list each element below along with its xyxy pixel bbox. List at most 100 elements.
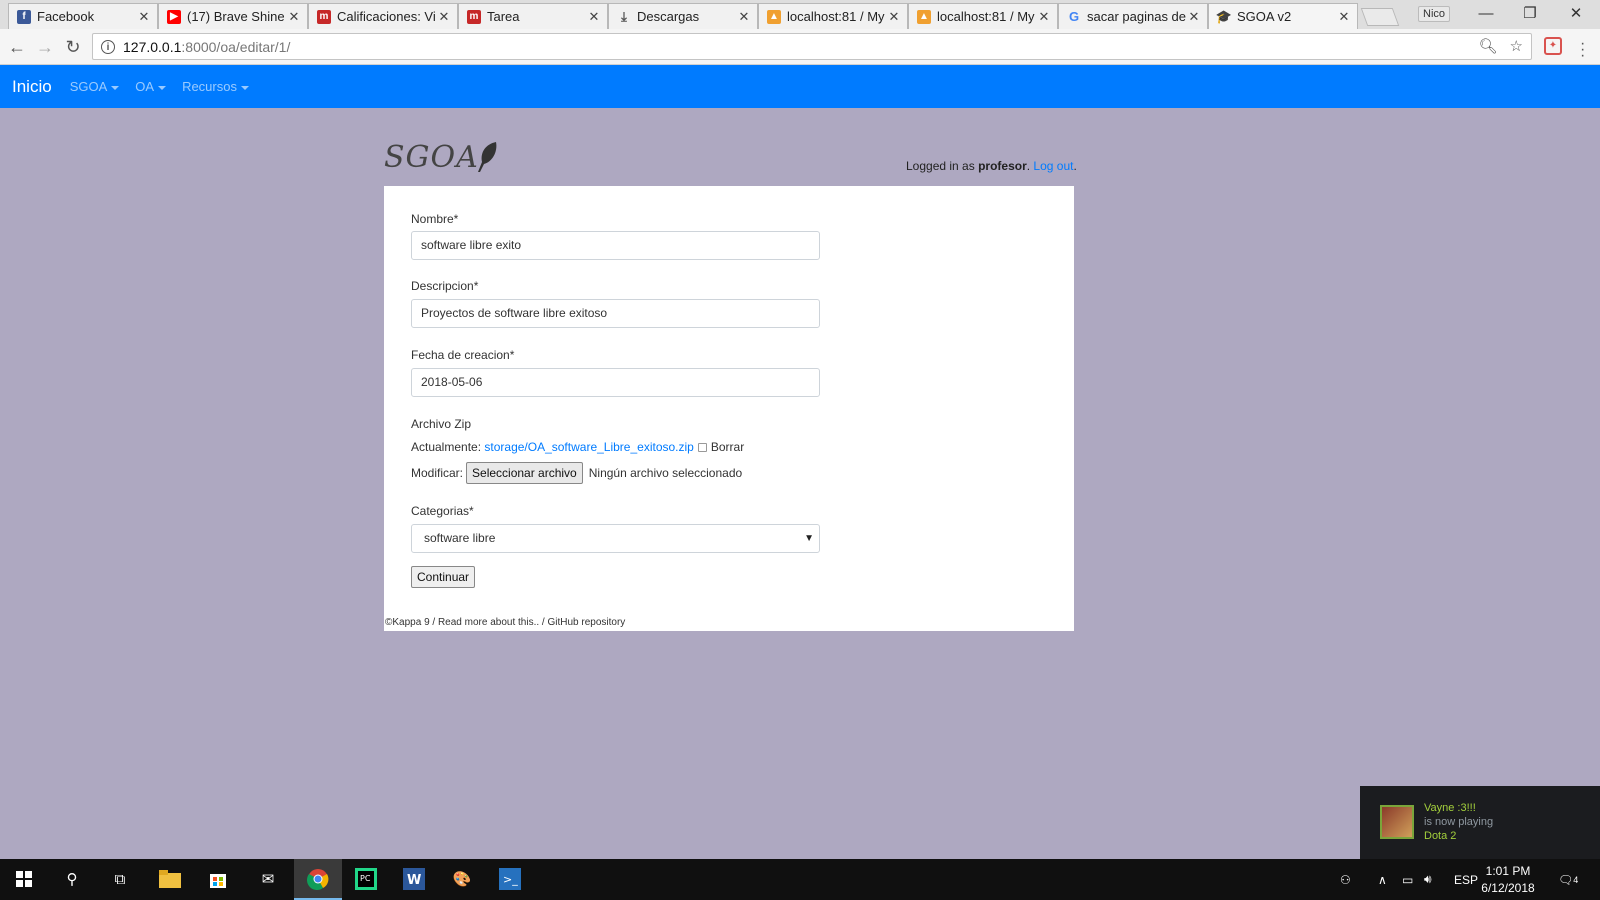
- close-window-icon[interactable]: ✕: [1556, 3, 1596, 25]
- navbar-brand[interactable]: Inicio: [12, 77, 52, 97]
- tab-sgoa[interactable]: 🎓 SGOA v2 ✕: [1208, 3, 1358, 29]
- forward-icon[interactable]: →: [34, 36, 56, 58]
- close-tab-icon[interactable]: ✕: [137, 9, 151, 25]
- download-icon: ⤓: [621, 8, 627, 24]
- app-navbar: Inicio SGOA OA Recursos: [0, 65, 1600, 108]
- clock-time: 1:01 PM: [1485, 864, 1531, 878]
- steam-notification[interactable]: Vayne :3!!! is now playing Dota 2: [1360, 786, 1600, 859]
- tab-calificaciones[interactable]: m Calificaciones: Vi ✕: [308, 3, 458, 29]
- new-tab-button[interactable]: [1360, 8, 1400, 26]
- friend-game: Dota 2: [1424, 830, 1457, 842]
- store-icon[interactable]: [206, 867, 230, 891]
- svg-text:>_: >_: [503, 873, 518, 886]
- file-explorer-icon[interactable]: [158, 867, 182, 891]
- nav-dropdown-sgoa[interactable]: SGOA: [70, 79, 120, 94]
- no-file-text: Ningún archivo seleccionado: [588, 466, 743, 480]
- feather-icon: [478, 142, 497, 172]
- tab-phpmyadmin-2[interactable]: ▲ localhost:81 / My ✕: [908, 3, 1058, 29]
- tab-youtube[interactable]: ▶ (17) Brave Shine ✕: [158, 3, 308, 29]
- zip-file-link[interactable]: storage/OA_software_Libre_exitoso.zip: [484, 440, 693, 454]
- bookmark-star-icon[interactable]: ☆: [1510, 37, 1523, 55]
- chrome-icon: [306, 867, 330, 891]
- tab-tarea[interactable]: m Tarea ✕: [458, 3, 608, 29]
- close-tab-icon[interactable]: ✕: [587, 9, 601, 25]
- minimize-icon[interactable]: —: [1466, 3, 1506, 25]
- browser-menu-icon[interactable]: · · ·: [1580, 36, 1585, 64]
- tab-facebook[interactable]: f Facebook ✕: [8, 3, 158, 29]
- graduation-cap-icon: 🎓: [1215, 8, 1233, 24]
- youtube-icon: ▶: [167, 9, 181, 24]
- tab-descargas[interactable]: ⤓ Descargas ✕: [608, 3, 758, 29]
- phpmyadmin-icon: ▲: [767, 9, 781, 24]
- url-host: 127.0.0.1: [123, 38, 182, 55]
- close-tab-icon[interactable]: ✕: [437, 9, 451, 25]
- close-tab-icon[interactable]: ✕: [1337, 9, 1351, 25]
- select-file-button[interactable]: Seleccionar archivo: [466, 462, 583, 484]
- pycharm-icon[interactable]: PC: [354, 867, 378, 891]
- browser-toolbar: ← → ↻ i 127.0.0.1:8000/oa/editar/1/ 🔍︎ ☆…: [0, 29, 1600, 65]
- close-tab-icon[interactable]: ✕: [887, 9, 901, 25]
- descripcion-label: Descripcion*: [411, 279, 479, 293]
- nav-dropdown-oa[interactable]: OA: [135, 79, 167, 94]
- friend-avatar: [1380, 805, 1414, 839]
- windows-start-icon[interactable]: [12, 867, 36, 891]
- google-icon: G: [1068, 9, 1080, 24]
- fecha-input[interactable]: 2018-05-06: [411, 368, 820, 397]
- page-footer: ©Kappa 9 / Read more about this.. / GitH…: [385, 617, 626, 628]
- network-icon[interactable]: ▭: [1402, 859, 1413, 900]
- borrar-label: Borrar: [710, 440, 745, 454]
- categorias-label: Categorias*: [411, 504, 474, 518]
- edit-oa-card: Nombre* software libre exito Descripcion…: [384, 186, 1074, 631]
- browser-user-button[interactable]: Nico: [1418, 6, 1451, 22]
- site-logo: SGOA: [384, 140, 479, 175]
- clock-date: 6/12/2018: [1481, 881, 1535, 895]
- categorias-select[interactable]: software libre ▼: [411, 524, 820, 553]
- fecha-label: Fecha de creacion*: [411, 348, 515, 362]
- close-tab-icon[interactable]: ✕: [1037, 9, 1051, 25]
- extension-icon[interactable]: ✦: [1544, 37, 1562, 55]
- volume-icon[interactable]: 🔊︎: [1424, 859, 1432, 900]
- tab-phpmyadmin-1[interactable]: ▲ localhost:81 / My ✕: [758, 3, 908, 29]
- task-view-icon[interactable]: ⧉: [108, 867, 132, 891]
- browser-tab-strip: f Facebook ✕ ▶ (17) Brave Shine ✕ m Cali…: [0, 0, 1600, 29]
- dropdown-arrow-icon: ▼: [804, 533, 814, 544]
- close-tab-icon[interactable]: ✕: [287, 9, 301, 25]
- phpmyadmin-icon: ▲: [917, 9, 931, 24]
- moodle-icon: m: [467, 9, 481, 24]
- people-icon[interactable]: ⚇: [1340, 859, 1351, 900]
- borrar-checkbox[interactable]: [697, 442, 707, 452]
- nombre-label: Nombre*: [411, 212, 459, 226]
- descripcion-input[interactable]: Proyectos de software libre exitoso: [411, 299, 820, 328]
- zoom-icon[interactable]: 🔍︎: [1479, 37, 1498, 55]
- login-status: Logged in as profesor. Log out.: [906, 159, 1077, 173]
- close-tab-icon[interactable]: ✕: [1187, 9, 1201, 25]
- restore-icon[interactable]: ❐: [1510, 3, 1550, 25]
- mail-icon[interactable]: ✉: [256, 867, 280, 891]
- caret-down-icon: [111, 85, 120, 90]
- tray-chevron-icon[interactable]: ∧: [1378, 859, 1387, 900]
- tab-google[interactable]: G sacar paginas de ✕: [1058, 3, 1208, 29]
- facebook-icon: f: [17, 9, 31, 24]
- reload-icon[interactable]: ↻: [62, 36, 84, 58]
- paint-icon[interactable]: 🎨: [450, 867, 474, 891]
- caret-down-icon: [240, 85, 249, 90]
- site-info-icon[interactable]: i: [101, 39, 115, 54]
- action-center-icon[interactable]: 🗨︎ 4: [1558, 859, 1578, 900]
- nav-dropdown-recursos[interactable]: Recursos: [182, 79, 249, 94]
- zip-modify-row: Modificar: Seleccionar archivo Ningún ar…: [411, 462, 742, 484]
- taskbar-clock[interactable]: 1:01 PM 6/12/2018: [1470, 863, 1546, 897]
- continuar-button[interactable]: Continuar: [411, 566, 476, 588]
- zip-current-row: Actualmente: storage/OA_software_Libre_e…: [411, 440, 745, 454]
- word-icon[interactable]: W: [402, 867, 426, 891]
- search-icon[interactable]: ⚲: [60, 867, 84, 891]
- logged-user: profesor: [978, 159, 1027, 173]
- friend-name: Vayne :3!!!: [1424, 802, 1476, 814]
- close-tab-icon[interactable]: ✕: [737, 9, 751, 25]
- logout-link[interactable]: Log out: [1033, 159, 1073, 173]
- zip-label: Archivo Zip: [411, 417, 472, 431]
- nombre-input[interactable]: software libre exito: [411, 231, 820, 260]
- powershell-icon[interactable]: >_: [498, 867, 522, 891]
- moodle-icon: m: [317, 9, 331, 24]
- back-icon[interactable]: ←: [6, 36, 28, 58]
- address-bar[interactable]: i 127.0.0.1:8000/oa/editar/1/ 🔍︎ ☆: [92, 33, 1532, 60]
